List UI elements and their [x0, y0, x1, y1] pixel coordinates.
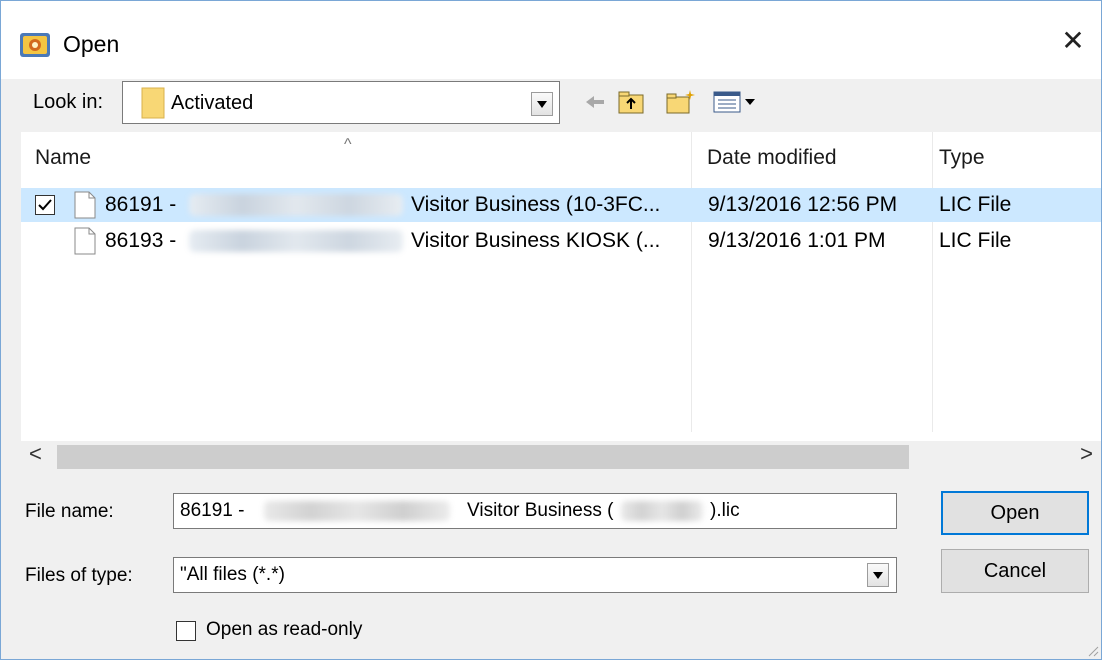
- sort-ascending-icon: ^: [344, 136, 352, 153]
- look-in-value: Activated: [171, 92, 254, 114]
- column-header-name[interactable]: Name: [35, 146, 91, 170]
- file-type: LIC File: [939, 229, 1012, 252]
- up-one-level-icon[interactable]: [617, 89, 645, 115]
- look-in-combobox[interactable]: Activated: [122, 81, 560, 124]
- files-of-type-dropdown-button[interactable]: [867, 563, 889, 587]
- file-description: Visitor Business KIOSK (...: [411, 229, 661, 252]
- look-in-dropdown-button[interactable]: [531, 92, 553, 116]
- redacted-text: [263, 500, 450, 521]
- scroll-right-icon[interactable]: >: [1080, 441, 1093, 467]
- open-dialog: Open ✕ Look in: Activated ^ Name Date mo…: [0, 0, 1102, 660]
- files-of-type-label: Files of type:: [25, 565, 133, 586]
- resize-grip-icon[interactable]: [1085, 643, 1099, 657]
- title-bar: Open ✕: [1, 1, 1101, 79]
- document-icon: [74, 227, 96, 255]
- new-folder-icon[interactable]: [665, 89, 697, 115]
- file-date-modified: 9/13/2016 12:56 PM: [708, 193, 898, 216]
- file-type: LIC File: [939, 193, 1012, 216]
- folder-icon: [141, 87, 165, 119]
- file-list[interactable]: ^ Name Date modified Type 86191 - Visito…: [21, 132, 1101, 473]
- file-name-label: File name:: [25, 501, 114, 522]
- redacted-text: [620, 500, 703, 521]
- redacted-text: [189, 230, 403, 252]
- view-menu-icon[interactable]: [713, 89, 763, 115]
- scroll-left-icon[interactable]: <: [29, 441, 42, 467]
- look-in-label: Look in:: [33, 91, 104, 113]
- file-name-prefix: 86193 -: [105, 229, 177, 252]
- chevron-down-icon: [873, 572, 883, 579]
- read-only-checkbox[interactable]: [176, 621, 196, 641]
- file-name-input[interactable]: 86191 - Visitor Business ( ).lic: [173, 493, 897, 529]
- back-arrow-icon[interactable]: [583, 89, 607, 115]
- column-header-date-modified[interactable]: Date modified: [707, 146, 837, 170]
- files-of-type-value: "All files (*.*): [180, 564, 285, 585]
- checkmark-icon: [38, 199, 52, 211]
- close-icon[interactable]: ✕: [1045, 19, 1101, 63]
- redacted-text: [189, 194, 403, 216]
- open-button[interactable]: Open: [941, 491, 1089, 535]
- horizontal-scrollbar[interactable]: < >: [21, 441, 1101, 473]
- column-separator: [691, 132, 692, 432]
- scrollbar-thumb[interactable]: [57, 445, 909, 469]
- column-separator: [932, 132, 933, 432]
- window-title: Open: [63, 31, 120, 57]
- file-name-prefix-text: 86191 -: [180, 500, 245, 521]
- file-date-modified: 9/13/2016 1:01 PM: [708, 229, 886, 252]
- chevron-down-icon: [537, 101, 547, 108]
- files-of-type-select[interactable]: "All files (*.*): [173, 557, 897, 593]
- cancel-button[interactable]: Cancel: [941, 549, 1089, 593]
- file-description: Visitor Business (10-3FC...: [411, 193, 661, 216]
- file-row-86191[interactable]: 86191 - Visitor Business (10-3FC... 9/13…: [21, 188, 1101, 222]
- application-icon: [20, 33, 50, 57]
- read-only-label: Open as read-only: [206, 619, 363, 640]
- file-name-suffix-text: ).lic: [710, 500, 740, 521]
- file-row-86193[interactable]: 86193 - Visitor Business KIOSK (... 9/13…: [21, 224, 1101, 258]
- row-checkbox[interactable]: [35, 195, 55, 215]
- file-name-middle-text: Visitor Business (: [467, 500, 614, 521]
- column-header-type[interactable]: Type: [939, 146, 985, 170]
- document-icon: [74, 191, 96, 219]
- file-name-prefix: 86191 -: [105, 193, 177, 216]
